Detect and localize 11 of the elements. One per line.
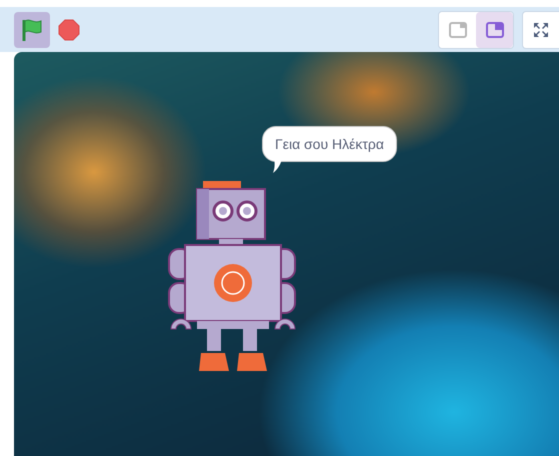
small-stage-icon xyxy=(448,22,466,38)
normal-stage-button[interactable] xyxy=(476,12,513,48)
stop-button[interactable] xyxy=(56,16,82,42)
stop-icon xyxy=(58,18,80,40)
run-flag-button[interactable] xyxy=(14,12,50,48)
fullscreen-button[interactable] xyxy=(522,10,559,48)
fullscreen-icon xyxy=(533,22,549,38)
speech-bubble-tail xyxy=(273,158,282,173)
normal-stage-icon xyxy=(486,22,504,38)
speech-bubble: Γεια σου Ηλέκτρα xyxy=(262,126,397,162)
flag-icon xyxy=(21,18,43,42)
